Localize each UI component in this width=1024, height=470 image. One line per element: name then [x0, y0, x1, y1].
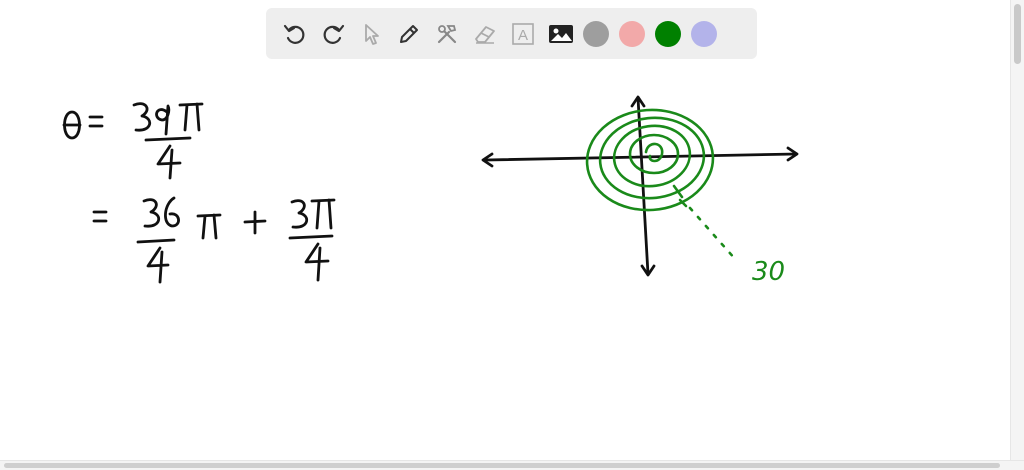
vertical-scrollbar[interactable]: [1010, 0, 1024, 470]
annotation-label: 30: [752, 257, 785, 287]
ink-theta: [62, 110, 82, 140]
ink-digit-3b: [142, 198, 160, 228]
ink-digit-6: [164, 196, 180, 228]
ink-pi-1: [178, 102, 204, 132]
whiteboard-canvas[interactable]: A 30: [0, 0, 1024, 470]
ink-digit-3c: [290, 199, 308, 229]
ink-digit-9a: [155, 104, 171, 136]
handwriting-layer: 30: [62, 95, 799, 287]
ink-digit-4a: [156, 144, 182, 180]
ink-fraction-line-1: [144, 136, 192, 142]
horizontal-scroll-thumb[interactable]: [4, 463, 1000, 468]
ink-dotted-pointer: [688, 206, 738, 262]
ink-pi-2: [196, 213, 222, 240]
ink-digit-4b: [146, 246, 170, 284]
horizontal-scrollbar[interactable]: [0, 460, 1024, 470]
ink-fraction-line-2: [136, 238, 176, 244]
ink-spiral-rotation: [585, 108, 715, 212]
ink-equals-2: [92, 210, 108, 223]
ink-plus: [243, 210, 267, 235]
ink-pi-3: [310, 198, 336, 230]
vertical-scroll-thumb[interactable]: [1014, 4, 1021, 64]
ink-equals-1: [88, 115, 104, 128]
ink-digit-4c: [304, 242, 330, 282]
ink-digit-3a: [132, 102, 151, 132]
ink-fraction-line-3: [288, 234, 334, 240]
